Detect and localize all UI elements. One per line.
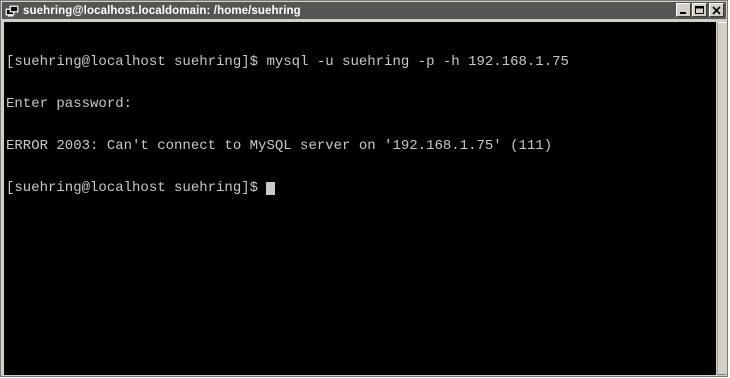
vertical-scrollbar[interactable] (717, 22, 726, 375)
maximize-icon (695, 5, 704, 14)
window-title: suehring@localhost.localdomain: /home/su… (23, 4, 301, 17)
window-controls (675, 3, 724, 17)
minimize-button[interactable] (676, 3, 691, 17)
scrollbar-thumb[interactable] (718, 22, 726, 375)
close-icon (712, 5, 721, 15)
putty-terminal-icon[interactable] (5, 4, 19, 18)
text-cursor (266, 182, 276, 195)
terminal-prompt-line: [suehring@localhost suehring]$ (6, 181, 716, 195)
terminal-line: [suehring@localhost suehring]$ mysql -u … (6, 54, 569, 70)
terminal-line: ERROR 2003: Can't connect to MySQL serve… (6, 138, 553, 154)
terminal-line: Enter password: (6, 96, 133, 112)
terminal-window: suehring@localhost.localdomain: /home/su… (0, 0, 728, 377)
title-bar[interactable]: suehring@localhost.localdomain: /home/su… (2, 2, 726, 19)
close-button[interactable] (709, 3, 724, 17)
minimize-icon (680, 11, 686, 14)
shell-prompt: [suehring@localhost suehring]$ (6, 180, 267, 196)
maximize-button[interactable] (692, 3, 707, 17)
terminal-output[interactable]: [suehring@localhost suehring]$ mysql -u … (4, 22, 716, 375)
